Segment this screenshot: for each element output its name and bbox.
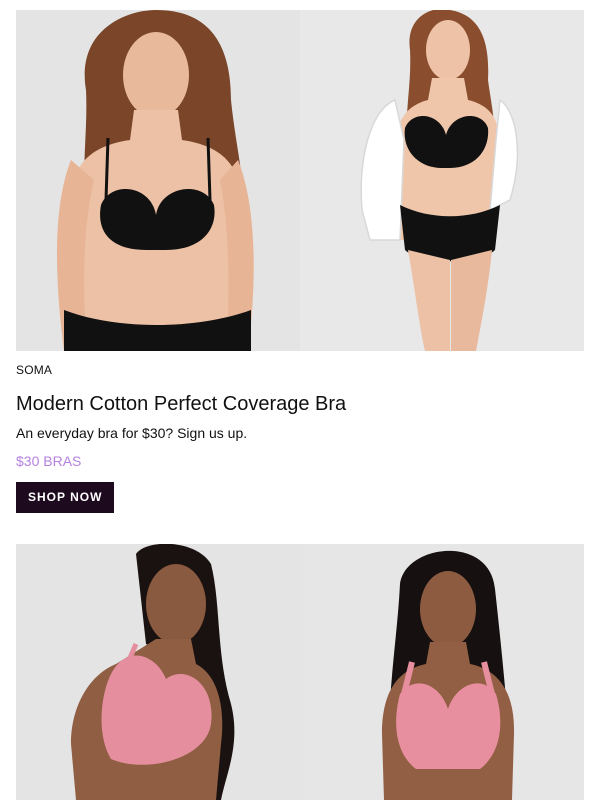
- shop-now-button[interactable]: SHOP NOW: [16, 482, 115, 513]
- product-photo-pink-front[interactable]: [300, 544, 584, 800]
- product-brand: SOMA: [16, 363, 53, 377]
- email-promo-page: SOMA Modern Cotton Perfect Coverage Bra …: [0, 0, 600, 800]
- product-card-2: [16, 544, 584, 800]
- model-black-bra-white-shirt-image: [300, 10, 584, 351]
- product-card: SOMA Modern Cotton Perfect Coverage Bra …: [16, 10, 584, 513]
- model-pink-bra-front-image: [300, 544, 584, 800]
- product-title[interactable]: Modern Cotton Perfect Coverage Bra: [16, 392, 584, 416]
- product-subtitle: An everyday bra for $30? Sign us up.: [16, 425, 248, 441]
- model-pink-bra-side-image: [16, 544, 300, 800]
- product-image-pair-2[interactable]: [16, 544, 584, 800]
- model-black-bra-image: [16, 10, 300, 351]
- product-photo-pink-side[interactable]: [16, 544, 300, 800]
- product-image-pair[interactable]: [16, 10, 584, 351]
- product-photo-shirt[interactable]: [300, 10, 584, 351]
- price-tag[interactable]: $30 BRAS: [16, 452, 584, 470]
- product-photo-front[interactable]: [16, 10, 300, 351]
